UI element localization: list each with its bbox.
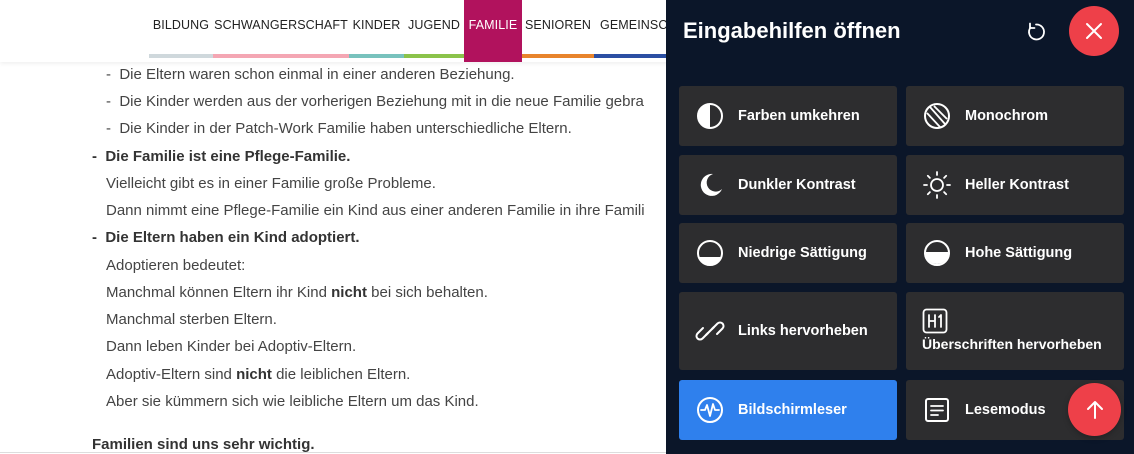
nav-item-bildung[interactable]: BILDUNG: [149, 0, 213, 58]
text-run: Adoptiv-Eltern sind: [106, 366, 237, 383]
list-dash: -: [92, 229, 97, 246]
nav-item-label: JUGEND: [408, 18, 460, 32]
nav-item-label: KINDER: [352, 18, 401, 32]
tile-label: Hohe Sättigung: [965, 245, 1073, 261]
low-saturation-icon: [697, 240, 723, 266]
paragraph-line: Dann leben Kinder bei Adoptiv-Eltern.: [106, 338, 357, 355]
section-heading: - Die Eltern haben ein Kind adoptiert.: [92, 229, 360, 247]
tile-label: Heller Kontrast: [965, 177, 1069, 193]
accessibility-panel: Eingabehilfen öffnen Farben umkehren Mon…: [666, 0, 1134, 454]
arrow-up-icon: [1086, 400, 1103, 419]
nav-color-bar: [149, 54, 213, 58]
nav-color-bar: [522, 54, 594, 58]
text-run: Manchmal können Eltern ihr Kind: [106, 284, 332, 301]
article-content: - Die Eltern waren schon einmal in einer…: [0, 62, 680, 454]
tile-links-hervorheben[interactable]: Links hervorheben: [679, 292, 897, 370]
nav-color-bar: [404, 54, 464, 58]
paragraph-line: Aber sie kümmern sich wie leibliche Elte…: [106, 393, 479, 410]
sun-icon: [923, 171, 951, 199]
nav-color-bar: [349, 54, 404, 58]
divider: [0, 452, 680, 453]
tile-label: Monochrom: [965, 108, 1048, 124]
reset-icon: [1028, 22, 1045, 41]
paragraph-line: Manchmal können Eltern ihr Kind nicht be…: [106, 284, 488, 302]
tile-monochrom[interactable]: Monochrom: [906, 86, 1124, 146]
paragraph-line: Dann nimmt eine Pflege-Familie ein Kind …: [106, 202, 645, 219]
h1-icon: [922, 308, 948, 334]
tile-label: Links hervorheben: [738, 323, 868, 339]
tile-label: Niedrige Sättigung: [738, 245, 867, 261]
nav-item-familie[interactable]: FAMILIE: [464, 0, 522, 62]
nav-item-label: BILDUNG: [152, 18, 210, 32]
tile-label: Farben umkehren: [738, 108, 860, 124]
monochrome-icon: [924, 103, 950, 129]
panel-title: Eingabehilfen öffnen: [683, 18, 901, 43]
nav-item-jugend[interactable]: JUGEND: [404, 0, 464, 58]
paragraph-line: Adoptiv-Eltern sind nicht die leiblichen…: [106, 366, 410, 384]
link-icon: [695, 321, 725, 341]
tile-hohe-saettigung[interactable]: Hohe Sättigung: [906, 223, 1124, 283]
section-heading: - Die Familie ist eine Pflege-Familie.: [92, 148, 350, 166]
tile-dunkler-kontrast[interactable]: Dunkler Kontrast: [679, 155, 897, 215]
paragraph-line: Manchmal sterben Eltern.: [106, 311, 277, 328]
reset-button[interactable]: [1020, 16, 1052, 48]
nav-item-senioren[interactable]: SENIOREN: [522, 0, 594, 58]
nav-item-label: SCHWANGERSCHAFT: [214, 18, 348, 32]
paragraph-line: Vielleicht gibt es in einer Familie groß…: [106, 175, 436, 192]
list-item: - Die Eltern waren schon einmal in einer…: [106, 66, 515, 84]
tile-label: Lesemodus: [965, 402, 1046, 418]
nav-item-gemeinschaft[interactable]: GEMEINSCH: [594, 0, 677, 58]
list-dash: -: [106, 66, 111, 83]
tile-farben-umkehren[interactable]: Farben umkehren: [679, 86, 897, 146]
tile-niedrige-saettigung[interactable]: Niedrige Sättigung: [679, 223, 897, 283]
list-item: - Die Kinder in der Patch-Work Familie h…: [106, 120, 572, 138]
section-heading-text: Die Familie ist eine Pflege-Familie.: [105, 148, 351, 165]
tile-ueberschriften-hervorheben[interactable]: Überschriften hervorheben: [906, 292, 1124, 370]
reading-mode-icon: [925, 398, 949, 422]
nav-item-label: FAMILIE: [468, 18, 518, 32]
tile-label: Dunkler Kontrast: [738, 177, 856, 193]
nav-color-bar: [594, 54, 674, 58]
screen-reader-icon: [697, 397, 723, 423]
text-run: bei sich behalten.: [366, 284, 488, 301]
nav-item-kinder[interactable]: KINDER: [349, 0, 404, 58]
tile-heller-kontrast[interactable]: Heller Kontrast: [906, 155, 1124, 215]
nav-item-label: SENIOREN: [524, 18, 592, 32]
text-run: die leiblichen Eltern.: [271, 366, 411, 383]
close-button[interactable]: [1069, 6, 1119, 56]
nav-color-bar: [213, 54, 349, 58]
emphasis-text: nicht: [331, 284, 367, 301]
list-item-text: Die Eltern waren schon einmal in einer a…: [119, 66, 515, 83]
section-heading-text: Die Eltern haben ein Kind adoptiert.: [105, 229, 360, 246]
list-dash: -: [106, 120, 111, 137]
close-icon: [1086, 23, 1102, 39]
nav-item-schwangerschaft[interactable]: SCHWANGERSCHAFT: [213, 0, 349, 58]
paragraph-line: Adoptieren bedeutet:: [106, 257, 246, 274]
list-item-text: Die Kinder werden aus der vorherigen Bez…: [119, 93, 644, 110]
scroll-to-top-button[interactable]: [1068, 383, 1121, 436]
list-dash: -: [92, 148, 97, 165]
tile-label: Bildschirmleser: [738, 402, 847, 418]
emphasis-text: nicht: [236, 366, 272, 383]
list-item-text: Die Kinder in der Patch-Work Familie hab…: [119, 120, 572, 137]
tile-label: Überschriften hervorheben: [922, 336, 1102, 352]
list-item: - Die Kinder werden aus der vorherigen B…: [106, 93, 644, 111]
list-dash: -: [106, 93, 111, 110]
moon-icon: [700, 173, 722, 196]
tile-bildschirmleser[interactable]: Bildschirmleser: [679, 380, 897, 440]
invert-colors-icon: [697, 103, 723, 129]
high-saturation-icon: [924, 240, 950, 266]
